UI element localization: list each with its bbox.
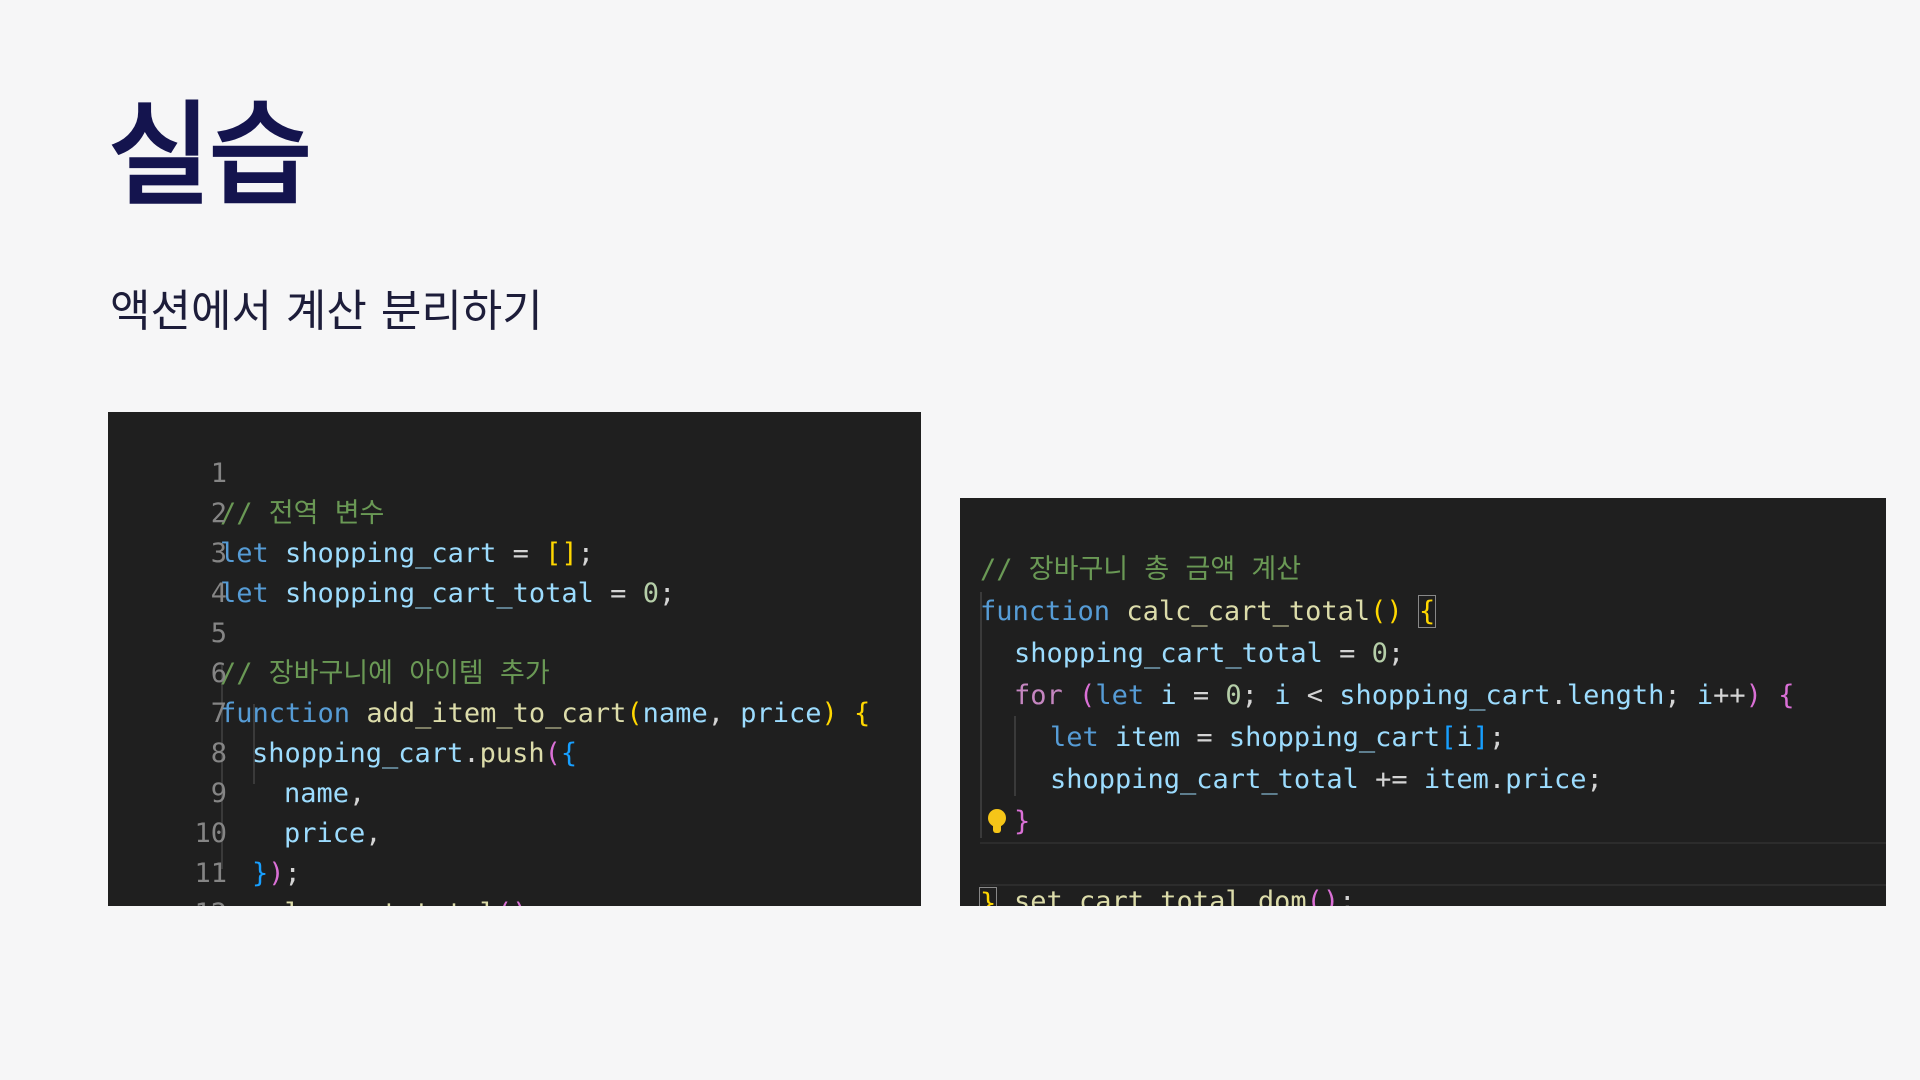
code-line: function calc_cart_total() { bbox=[960, 552, 1886, 628]
bracket: () bbox=[1306, 886, 1340, 906]
code-line: 10 }); bbox=[108, 774, 921, 889]
line-number: 12 bbox=[173, 894, 228, 906]
code-line: 4 bbox=[108, 534, 921, 609]
code-line: // 장바구니 총 금액 계산 bbox=[960, 510, 1886, 585]
code-line: 1 // 전역 변수 bbox=[108, 414, 921, 529]
bracket: } bbox=[978, 887, 998, 906]
code-line: for (let i = 0; i < shopping_cart.length… bbox=[960, 636, 1886, 711]
bracket: () bbox=[496, 898, 529, 906]
code-line: } bbox=[960, 762, 1886, 837]
code-line: 7 shopping_cart.push({ bbox=[108, 654, 921, 769]
code-panel-left: — — — — — — — — 1 // 전역 변수 2 let shoppin… bbox=[108, 412, 921, 906]
lightbulb-icon[interactable] bbox=[988, 809, 1006, 833]
code-line: let item = shopping_cart[i]; bbox=[960, 678, 1886, 753]
code-line: set_cart_total_dom(); bbox=[960, 802, 1886, 906]
slide-subtitle: 액션에서 계산 분리하기 bbox=[110, 286, 543, 337]
code-line: 12 } bbox=[108, 854, 921, 906]
code-line: } bbox=[960, 844, 1886, 906]
code-line: 5 // 장바구니에 아이템 추가 bbox=[108, 574, 921, 689]
code-line: 8 name, bbox=[108, 694, 921, 809]
slide-title: 실습 bbox=[108, 91, 312, 221]
code-panel-right: // 장바구니 총 금액 계산 function calc_cart_total… bbox=[960, 498, 1886, 906]
code-line: 3 let shopping_cart_total = 0; bbox=[108, 494, 921, 609]
code-line: 2 let shopping_cart = []; bbox=[108, 454, 921, 569]
punctuation: ; bbox=[1339, 886, 1356, 906]
function-name: calc_cart_total bbox=[252, 898, 496, 906]
punctuation: ; bbox=[528, 898, 544, 906]
code-line: shopping_cart_total = 0; bbox=[960, 594, 1886, 669]
code-line: shopping_cart_total += item.price; bbox=[960, 720, 1886, 795]
code-line: 11 calc_cart_total(); bbox=[108, 814, 921, 906]
function-name: set_cart_total_dom bbox=[1014, 886, 1307, 906]
code-line: 9 price, bbox=[108, 734, 921, 849]
code-line: 6 function add_item_to_cart(name, price)… bbox=[108, 614, 921, 729]
